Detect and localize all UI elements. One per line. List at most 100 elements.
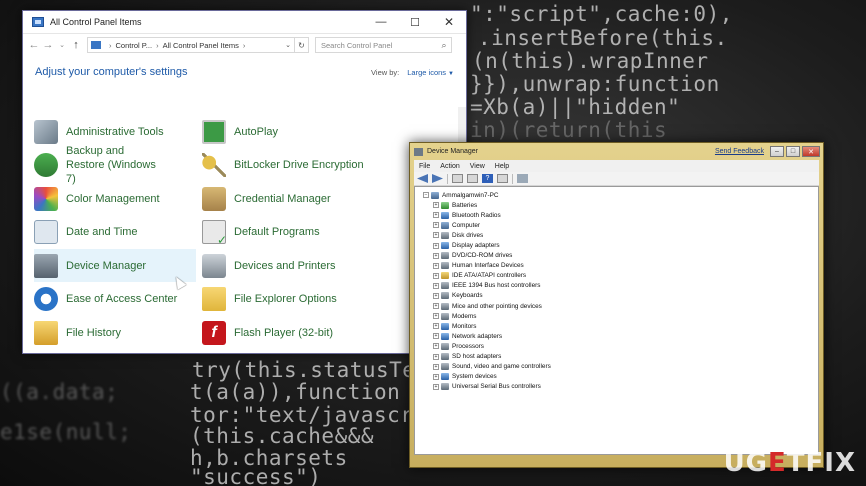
tree-node[interactable]: + SD host adapters [433,352,818,362]
back-arrow-icon[interactable]: ← [27,39,41,51]
tree-node-label: System devices [452,373,497,381]
properties-icon[interactable] [467,174,478,183]
cp-item-label: Device Manager [66,259,147,272]
tree-node[interactable]: + Processors [433,341,818,351]
expand-icon[interactable]: + [433,222,439,229]
device-tree[interactable]: − Ammalgamwin7-PC + Batteries + Bluetooth … [414,186,819,455]
expand-icon[interactable]: + [433,262,439,269]
device-manager-window[interactable]: Device Manager Send Feedback – □ ✕ File … [409,142,824,468]
tree-node[interactable]: + Monitors [433,321,818,331]
default-programs-icon [202,219,227,247]
breadcrumb-all-items[interactable]: All Control Panel Items [163,41,239,50]
cp-item-devices-printers[interactable]: Devices and Printers [202,249,402,282]
cp-item-device-manager[interactable]: Device Manager [34,249,196,282]
cp-item-label: Administrative Tools [66,125,164,138]
expand-icon[interactable]: + [433,212,439,219]
toolbar: ? [414,172,819,186]
control-panel-titlebar[interactable]: All Control Panel Items — ☐ ✕ [23,11,466,34]
close-button[interactable]: ✕ [432,11,466,34]
device-manager-titlebar[interactable]: Device Manager Send Feedback – □ ✕ [410,143,823,160]
cp-item-credential-manager[interactable]: Credential Manager [202,182,402,215]
cp-item-default-programs[interactable]: Default Programs [202,215,402,248]
cp-item-file-history[interactable]: File History [34,316,194,349]
cp-item-label: File Explorer Options [234,292,337,305]
control-panel-window[interactable]: All Control Panel Items — ☐ ✕ ← → ⌄ ↑ › … [22,10,467,354]
cp-item-backup-restore[interactable]: Backup and Restore (Windows 7) [34,145,164,185]
cp-item-date-time[interactable]: Date and Time [34,215,194,248]
expand-icon[interactable]: + [433,282,439,289]
tree-node[interactable]: + Batteries [433,200,818,210]
tree-node[interactable]: + Network adapters [433,331,818,341]
view-by-dropdown[interactable]: Large icons ▼ [407,68,454,77]
tree-node[interactable]: + Computer [433,220,818,230]
up-arrow-icon[interactable]: ↑ [69,39,83,51]
expand-icon[interactable]: + [433,313,439,320]
show-hide-console-tree-icon[interactable] [452,174,463,183]
cp-item-bitlocker[interactable]: BitLocker Drive Encryption [202,148,432,181]
forward-arrow-icon[interactable]: → [41,39,55,51]
tree-root[interactable]: − Ammalgamwin7-PC [423,190,818,200]
minimize-button[interactable]: — [364,11,398,34]
tree-node[interactable]: + Human Interface Devices [433,261,818,271]
expand-icon[interactable]: + [433,383,439,390]
collapse-icon[interactable]: − [423,192,429,199]
menu-help[interactable]: Help [495,163,509,170]
folder-options-icon [202,286,226,311]
search-input[interactable]: Search Control Panel ⌕ [315,37,452,53]
expand-icon[interactable]: + [433,343,439,350]
tree-node[interactable]: + IDE ATA/ATAPI controllers [433,271,818,281]
close-button[interactable]: ✕ [802,146,820,157]
search-icon[interactable]: ⌕ [437,40,451,51]
address-dropdown-icon[interactable]: ⌄ [282,41,294,49]
tree-node[interactable]: + Universal Serial Bus controllers [433,382,818,392]
maximize-button[interactable]: □ [786,146,800,157]
minimize-button[interactable]: – [770,146,784,157]
menu-action[interactable]: Action [440,163,459,170]
expand-icon[interactable]: + [433,333,439,340]
tree-node[interactable]: + System devices [433,372,818,382]
expand-icon[interactable]: + [433,363,439,370]
breadcrumb-control-panel[interactable]: Control P... [116,41,153,50]
expand-icon[interactable]: + [433,353,439,360]
breadcrumb-sep-icon: › [109,40,112,50]
cp-item-color-management[interactable]: Color Management [34,182,194,215]
cp-item-autoplay[interactable]: AutoPlay [202,115,402,148]
code-line-blurred: ((a.data; [0,380,119,404]
menu-view[interactable]: View [470,163,485,170]
expand-icon[interactable]: + [433,252,439,259]
tree-node[interactable]: + Modems [433,311,818,321]
expand-icon[interactable]: + [433,242,439,249]
tree-node[interactable]: + Disk drives [433,230,818,240]
refresh-icon[interactable]: ↻ [295,37,309,53]
action-pane-icon[interactable] [497,174,508,183]
cp-item-flash-player[interactable]: f Flash Player (32-bit) [202,316,402,349]
search-placeholder: Search Control Panel [321,40,393,50]
tree-node[interactable]: + Keyboards [433,291,818,301]
monitor-icon [441,322,449,330]
expand-icon[interactable]: + [433,272,439,279]
send-feedback-link[interactable]: Send Feedback [715,148,764,155]
expand-icon[interactable]: + [433,303,439,310]
tree-node[interactable]: + IEEE 1394 Bus host controllers [433,281,818,291]
recent-dropdown-icon[interactable]: ⌄ [55,41,69,49]
expand-icon[interactable]: + [433,232,439,239]
expand-icon[interactable]: + [433,373,439,380]
expand-icon[interactable]: + [433,292,439,299]
menu-file[interactable]: File [419,163,430,170]
expand-icon[interactable]: + [433,202,439,209]
back-arrow-icon[interactable] [417,174,428,183]
tree-node[interactable]: + Bluetooth Radios [433,210,818,220]
cp-item-file-explorer-options[interactable]: File Explorer Options [202,282,402,315]
forward-arrow-icon[interactable] [432,174,443,183]
scan-hardware-icon[interactable] [517,174,528,183]
help-icon[interactable]: ? [482,174,493,183]
tree-node[interactable]: + Display adapters [433,240,818,250]
tree-node[interactable]: + Mice and other pointing devices [433,301,818,311]
maximize-button[interactable]: ☐ [398,11,432,34]
address-bar[interactable]: › Control P... › All Control Panel Items… [87,37,295,53]
expand-icon[interactable]: + [433,323,439,330]
tree-node[interactable]: + DVD/CD-ROM drives [433,251,818,261]
cp-item-ease-of-access[interactable]: Ease of Access Center [34,282,194,315]
cp-item-label: Default Programs [234,225,320,238]
tree-node[interactable]: + Sound, video and game controllers [433,362,818,372]
